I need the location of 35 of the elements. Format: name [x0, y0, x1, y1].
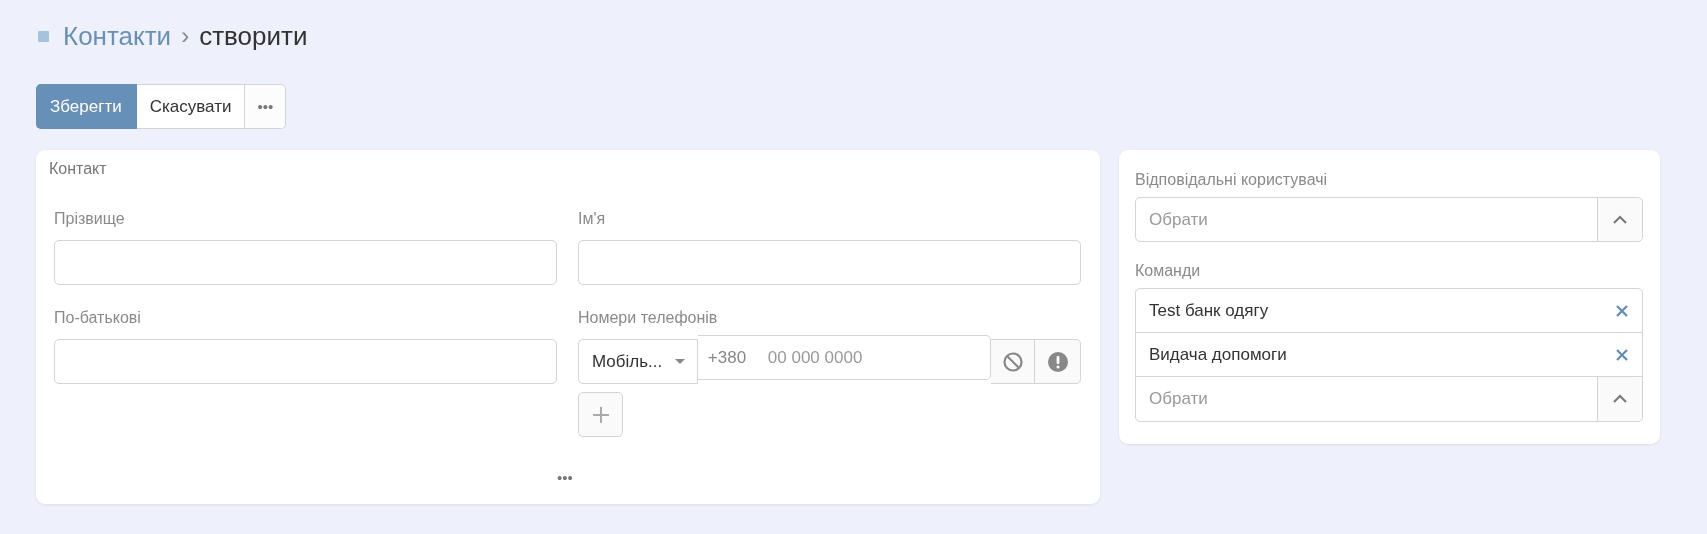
- block-icon: [1001, 350, 1024, 373]
- breadcrumb-separator: ›: [181, 22, 190, 50]
- breadcrumb-link[interactable]: Контакти: [63, 20, 172, 52]
- save-button[interactable]: Зберегти: [36, 84, 137, 129]
- close-icon[interactable]: [1615, 303, 1629, 318]
- text-field[interactable]: [54, 240, 557, 285]
- warning-button[interactable]: [1035, 339, 1081, 384]
- plus-icon: [590, 404, 611, 425]
- field-label: Команди: [1135, 262, 1202, 280]
- chevron-up-icon: [1612, 394, 1628, 404]
- users-select[interactable]: Обрати: [1135, 197, 1643, 242]
- add-phone-button[interactable]: [578, 392, 623, 437]
- phone-type-dropdown[interactable]: Мобіль...: [578, 339, 698, 384]
- close-icon[interactable]: [1615, 347, 1629, 362]
- text-field[interactable]: [54, 339, 557, 384]
- more-button[interactable]: •••: [555, 467, 575, 488]
- field-label: Ім'я: [578, 210, 607, 228]
- field-label: Номери телефонів: [578, 309, 719, 327]
- page-title: створити: [199, 20, 308, 52]
- caret-icon: [674, 359, 685, 364]
- cancel-button[interactable]: Скасувати: [136, 84, 246, 129]
- phone-prefix: +380: [707, 348, 747, 368]
- field-label: Відповідальні користувачі: [1135, 171, 1329, 189]
- text-field[interactable]: [578, 240, 1081, 285]
- teams-select[interactable]: Обрати: [1136, 377, 1642, 421]
- exclamation-icon: [1046, 350, 1069, 373]
- team-name: Test банк одягу: [1149, 300, 1269, 321]
- square-icon: [38, 30, 49, 42]
- chevron-up-icon: [1612, 214, 1628, 225]
- card-title: Контакт: [49, 160, 108, 178]
- team-name: Видача допомоги: [1149, 344, 1287, 365]
- block-button[interactable]: [991, 339, 1036, 384]
- field-label: Прізвище: [54, 210, 126, 228]
- more-button[interactable]: •••: [245, 84, 287, 129]
- field-label: По-батькові: [54, 309, 142, 327]
